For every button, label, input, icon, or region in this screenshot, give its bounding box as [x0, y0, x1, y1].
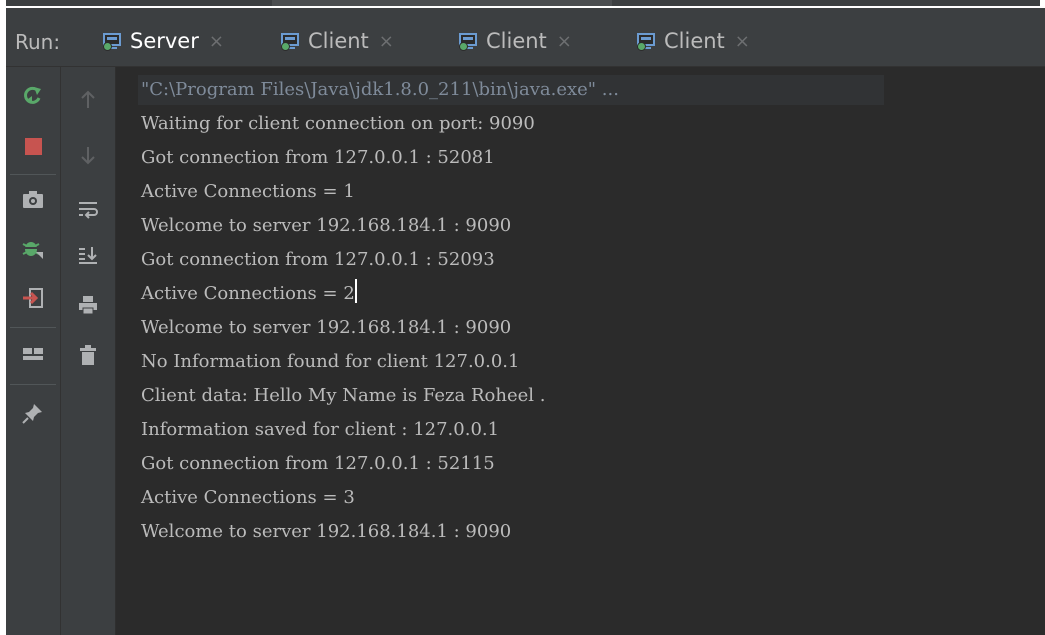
console-line: Welcome to server 192.168.184.1 : 9090	[141, 521, 512, 542]
console-actions-toolbar	[61, 67, 116, 635]
tab-label: Client	[308, 29, 369, 53]
console-icon	[636, 31, 658, 51]
debug-icon[interactable]	[18, 233, 48, 263]
layout-icon[interactable]	[18, 339, 48, 369]
tab-client-1[interactable]: Client ×	[280, 22, 394, 60]
down-arrow-icon[interactable]	[73, 140, 103, 170]
tab-client-2[interactable]: Client ×	[458, 22, 572, 60]
console-line: Got connection from 127.0.0.1 : 52093	[141, 249, 495, 270]
soft-wrap-icon[interactable]	[73, 194, 103, 224]
exit-icon[interactable]	[18, 283, 48, 313]
console-line: Waiting for client connection on port: 9…	[141, 113, 535, 134]
close-icon[interactable]: ×	[557, 31, 572, 52]
stop-icon[interactable]	[18, 131, 48, 161]
trash-icon[interactable]	[73, 340, 103, 370]
tab-label: Client	[664, 29, 725, 53]
up-arrow-icon[interactable]	[73, 85, 103, 115]
text-caret	[354, 279, 357, 303]
close-icon[interactable]: ×	[379, 31, 394, 52]
rerun-icon[interactable]	[18, 81, 48, 111]
scroll-to-end-icon[interactable]	[73, 240, 103, 270]
console-line-with-caret: Active Connections = 2	[141, 279, 357, 309]
console-line: Welcome to server 192.168.184.1 : 9090	[141, 317, 512, 338]
run-tab-bar: Run: Server × Client × Client × Client ×	[6, 8, 1045, 67]
console-icon	[280, 31, 302, 51]
console-line: Got connection from 127.0.0.1 : 52081	[141, 147, 495, 168]
console-line: Information saved for client : 127.0.0.1	[141, 419, 500, 440]
run-actions-toolbar	[6, 67, 61, 635]
window-top-strip	[0, 0, 1045, 8]
run-tool-window: Run: Server × Client × Client × Client ×	[6, 8, 1045, 635]
console-line: Client data: Hello My Name is Feza Rohee…	[141, 385, 546, 406]
console-line: No Information found for client 127.0.0.…	[141, 351, 520, 372]
run-label: Run:	[15, 30, 61, 54]
console-line: Got connection from 127.0.0.1 : 52115	[141, 453, 495, 474]
console-line: Active Connections = 1	[141, 181, 355, 202]
console-output[interactable]: "C:\Program Files\Java\jdk1.8.0_211\bin\…	[116, 67, 1045, 635]
tab-client-3[interactable]: Client ×	[636, 22, 750, 60]
console-line: Welcome to server 192.168.184.1 : 9090	[141, 215, 512, 236]
console-icon	[458, 31, 480, 51]
tab-label: Server	[130, 29, 199, 53]
console-line: Active Connections = 3	[141, 487, 355, 508]
pin-icon[interactable]	[18, 398, 48, 428]
close-icon[interactable]: ×	[735, 31, 750, 52]
camera-icon[interactable]	[18, 184, 48, 214]
tab-label: Client	[486, 29, 547, 53]
console-icon	[102, 31, 124, 51]
print-icon[interactable]	[73, 290, 103, 320]
console-command-line[interactable]: "C:\Program Files\Java\jdk1.8.0_211\bin\…	[141, 75, 619, 105]
tab-server[interactable]: Server ×	[102, 22, 224, 60]
console-line-text: Active Connections = 2	[141, 283, 355, 304]
close-icon[interactable]: ×	[209, 31, 224, 52]
